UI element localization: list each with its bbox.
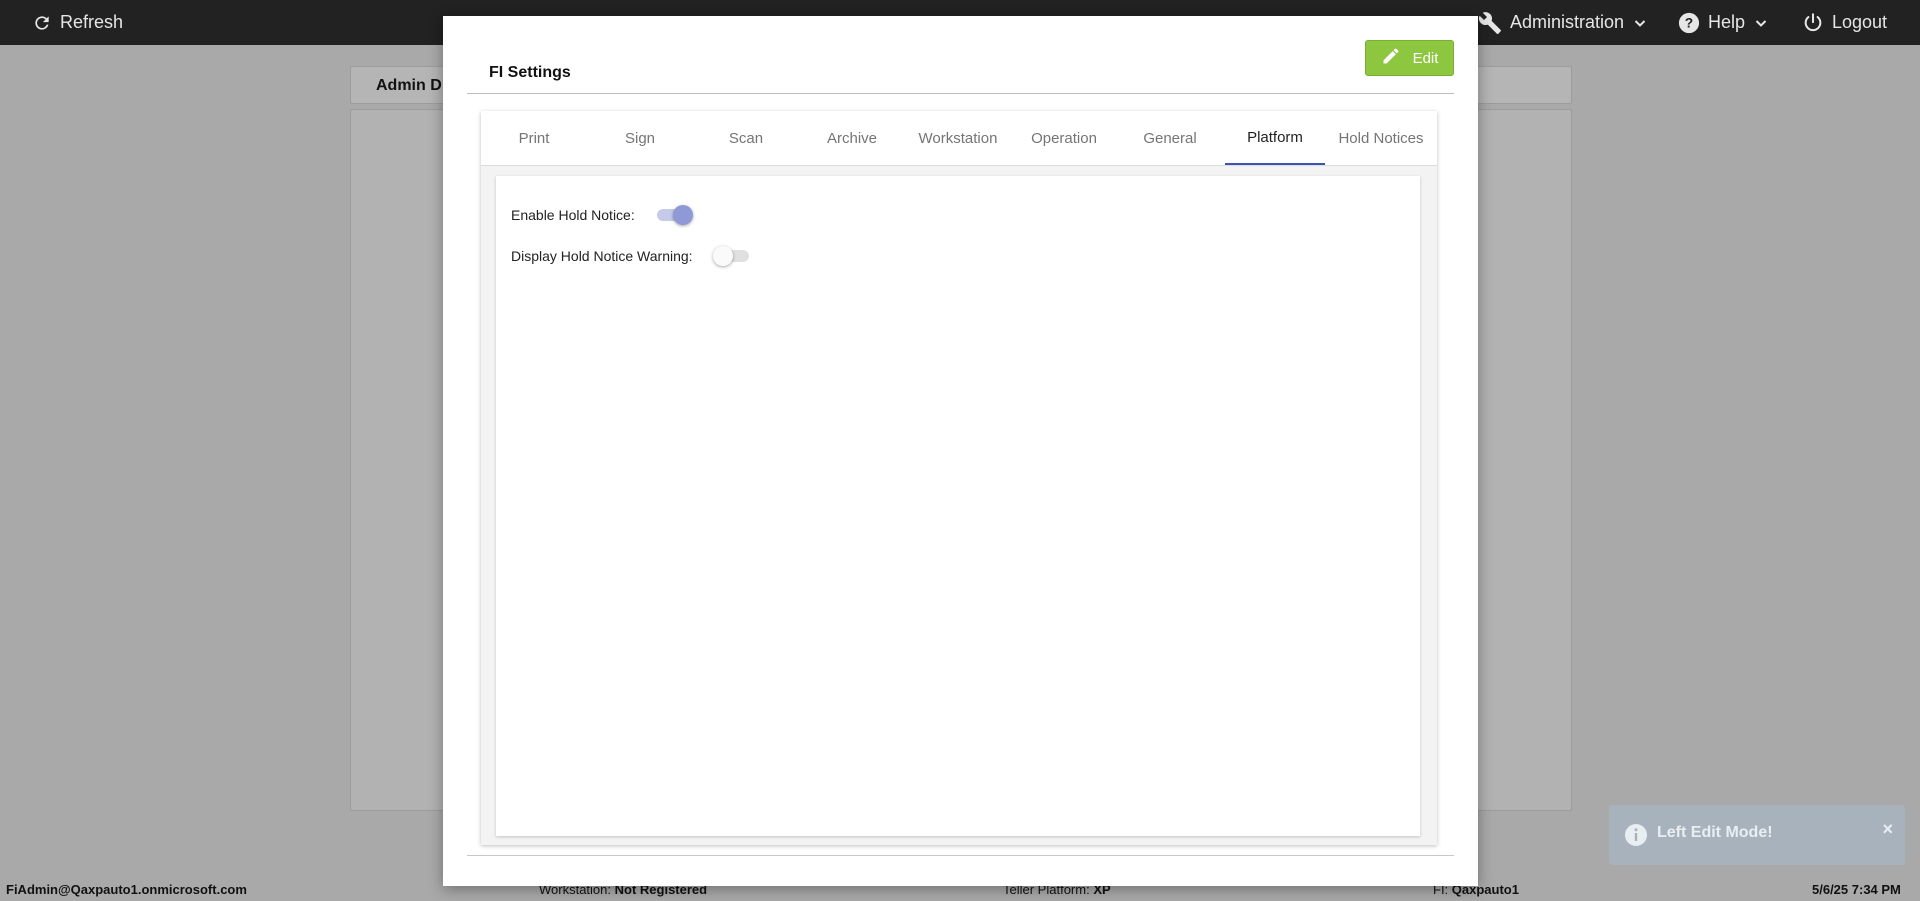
- tab-general[interactable]: General: [1117, 111, 1223, 165]
- enable-hold-notice-toggle[interactable]: [655, 201, 693, 229]
- tab-sign[interactable]: Sign: [587, 111, 693, 165]
- edit-button[interactable]: Edit: [1365, 40, 1454, 76]
- display-hold-notice-warning-row: Display Hold Notice Warning:: [511, 242, 751, 270]
- dialog-body: Print Sign Scan Archive Workstation Oper…: [467, 93, 1454, 856]
- refresh-label: Refresh: [60, 12, 124, 32]
- tab-scan[interactable]: Scan: [693, 111, 799, 165]
- settings-tabs-panel: Print Sign Scan Archive Workstation Oper…: [481, 111, 1437, 845]
- tab-archive[interactable]: Archive: [799, 111, 905, 165]
- dialog-header: FI Settings Edit: [467, 40, 1454, 94]
- dialog-title: FI Settings: [489, 64, 571, 81]
- help-menu[interactable]: ? Help: [1678, 0, 1767, 45]
- svg-text:?: ?: [1685, 15, 1693, 30]
- toast-message: Left Edit Mode!: [1657, 824, 1773, 841]
- enable-hold-notice-row: Enable Hold Notice:: [511, 201, 693, 229]
- chevron-down-icon: [1634, 17, 1646, 29]
- logout-label: Logout: [1832, 12, 1888, 32]
- status-user: FiAdmin@Qaxpauto1.onmicrosoft.com: [6, 882, 247, 897]
- chevron-down-icon: [1755, 17, 1767, 29]
- edit-label: Edit: [1412, 49, 1439, 67]
- toast-notification: Left Edit Mode! ×: [1609, 805, 1905, 865]
- administration-menu[interactable]: Administration: [1478, 0, 1646, 45]
- enable-hold-notice-label: Enable Hold Notice:: [511, 207, 635, 223]
- background-card-title: Admin D: [376, 77, 442, 94]
- help-circle-icon: ?: [1678, 12, 1700, 34]
- refresh-button[interactable]: Refresh: [32, 0, 123, 45]
- display-hold-notice-warning-label: Display Hold Notice Warning:: [511, 248, 693, 264]
- tab-print[interactable]: Print: [481, 111, 587, 165]
- display-hold-notice-warning-toggle[interactable]: [712, 242, 751, 270]
- logout-button[interactable]: Logout: [1802, 0, 1887, 45]
- refresh-icon: [32, 13, 52, 33]
- tab-bar: Print Sign Scan Archive Workstation Oper…: [481, 111, 1437, 166]
- fi-settings-dialog: FI Settings Edit Print Sign Scan Archive…: [443, 16, 1478, 886]
- help-label: Help: [1708, 12, 1746, 32]
- tab-platform[interactable]: Platform: [1225, 111, 1325, 165]
- power-icon: [1802, 12, 1824, 34]
- tab-hold-notices[interactable]: Hold Notices: [1325, 111, 1437, 165]
- wrench-icon: [1478, 11, 1502, 35]
- platform-settings-content: Enable Hold Notice: Display Hold Notice …: [496, 176, 1420, 836]
- pencil-icon: [1381, 46, 1401, 70]
- administration-label: Administration: [1510, 12, 1625, 32]
- info-icon: [1624, 823, 1648, 852]
- toast-close-icon[interactable]: ×: [1882, 819, 1893, 840]
- tab-workstation[interactable]: Workstation: [905, 111, 1011, 165]
- status-datetime: 5/6/25 7:34 PM: [1812, 882, 1901, 897]
- tab-operation[interactable]: Operation: [1011, 111, 1117, 165]
